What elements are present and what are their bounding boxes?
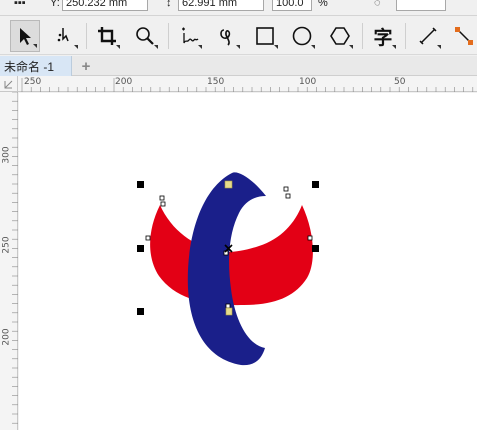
text-tool-label: 字: [373, 26, 393, 49]
ruler-label: 200: [115, 77, 133, 87]
rectangle-tool[interactable]: [250, 20, 280, 52]
zoom-tool[interactable]: [130, 20, 160, 52]
ruler-label: 100: [299, 77, 317, 87]
ruler-label: 150: [207, 77, 225, 87]
connector-tool[interactable]: [449, 20, 477, 52]
shape-tool[interactable]: [50, 20, 80, 52]
rotation-field[interactable]: [396, 0, 446, 11]
node-marker[interactable]: [283, 186, 289, 192]
rotation-icon: ◌: [374, 0, 381, 9]
scale-field[interactable]: 100.0: [272, 0, 312, 11]
freehand-icon: [182, 27, 199, 44]
document-tab-bar: 未命名 -1 +: [0, 56, 477, 76]
document-tab-label: 未命名 -1: [4, 59, 55, 74]
selected-node[interactable]: [225, 307, 233, 316]
vertical-ruler[interactable]: 300 250 200: [0, 92, 18, 430]
ellipse-icon: [292, 26, 312, 46]
crop-icon: [98, 27, 116, 45]
shape-edit-icon: [57, 28, 69, 42]
rectangle-icon: [256, 27, 274, 45]
y-position-field[interactable]: 250.232 mm: [62, 0, 148, 11]
percent-label: %: [318, 0, 328, 9]
magnifier-icon: [136, 27, 154, 45]
add-tab-button[interactable]: +: [76, 57, 96, 75]
ruler-origin[interactable]: [0, 76, 18, 92]
node-marker[interactable]: [145, 235, 151, 241]
height-field[interactable]: 62.991 mm: [178, 0, 264, 11]
selection-handle[interactable]: [312, 245, 319, 252]
selection-handle[interactable]: [137, 308, 144, 315]
curve-icon: [220, 29, 231, 46]
ruler-label: 250: [1, 236, 12, 254]
height-icon: ↕: [166, 0, 172, 9]
ruler-label: 300: [1, 146, 12, 164]
crop-tool[interactable]: [92, 20, 122, 52]
polygon-tool[interactable]: [325, 20, 355, 52]
artistic-media-tool[interactable]: [212, 20, 242, 52]
selected-node[interactable]: [224, 180, 233, 189]
document-tab[interactable]: 未命名 -1: [0, 56, 72, 76]
node-marker[interactable]: [225, 303, 231, 309]
node-marker[interactable]: [160, 201, 166, 207]
freehand-tool[interactable]: [174, 20, 204, 52]
y-label: Y:: [50, 0, 60, 9]
pick-tool[interactable]: [10, 20, 40, 52]
dimension-tool[interactable]: [413, 20, 443, 52]
node-marker[interactable]: [159, 195, 165, 201]
node-marker[interactable]: [307, 235, 313, 241]
selection-handle[interactable]: [312, 181, 319, 188]
drawing-canvas[interactable]: [19, 93, 477, 430]
ruler-label: 200: [1, 328, 12, 346]
line-icon: [419, 27, 437, 45]
node-marker[interactable]: [285, 193, 291, 199]
ruler-label: 50: [394, 77, 406, 87]
ruler-label: 250: [24, 77, 42, 87]
plus-icon: +: [81, 57, 91, 75]
text-tool[interactable]: 字: [368, 20, 398, 52]
selection-handle[interactable]: [137, 181, 144, 188]
hexagon-icon: [330, 27, 350, 45]
toolbox: 字: [0, 17, 477, 55]
property-bar: ▪▪▪ Y: 250.232 mm ↕ 62.991 mm 100.0 % ◌: [0, 0, 477, 16]
position-icon: ▪▪▪: [14, 0, 26, 9]
horizontal-ruler[interactable]: 250 200 150 100 50: [18, 76, 477, 92]
connector-icon: [455, 27, 473, 45]
ruler-origin-icon: [4, 80, 13, 89]
ellipse-tool[interactable]: [287, 20, 317, 52]
selection-handle[interactable]: [137, 245, 144, 252]
